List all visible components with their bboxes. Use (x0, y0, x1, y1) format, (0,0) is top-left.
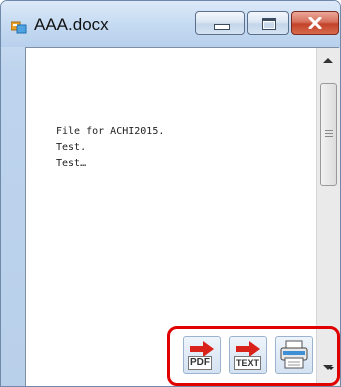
minimize-button[interactable] (195, 11, 245, 35)
print-button[interactable] (275, 336, 313, 374)
export-text-button[interactable]: TEXT (229, 336, 267, 374)
minimize-icon (214, 24, 230, 30)
text-label: TEXT (234, 356, 262, 370)
app-window-icon (11, 21, 27, 34)
document-line: Test. (56, 142, 87, 153)
scroll-up-icon[interactable] (323, 58, 333, 63)
export-pdf-button[interactable]: PDF (183, 336, 221, 374)
close-icon (292, 12, 338, 34)
window-title: AAA.docx (34, 15, 109, 34)
app-window: AAA.docx File for ACHI2015. Test. Test… (0, 0, 341, 387)
close-button[interactable] (291, 11, 339, 35)
maximize-button[interactable] (247, 11, 289, 35)
grip-line (325, 130, 333, 131)
toolbar-overflow-icon[interactable] (328, 367, 334, 370)
title-bar[interactable]: AAA.docx (1, 1, 340, 47)
pdf-label: PDF (188, 356, 212, 370)
maximize-icon (262, 18, 276, 30)
printer-icon (280, 340, 308, 369)
scroll-thumb[interactable] (320, 83, 337, 186)
grip-line (325, 136, 333, 137)
document-line: Test… (56, 158, 87, 169)
grip-line (325, 133, 333, 134)
document-line: File for ACHI2015. (56, 126, 165, 137)
